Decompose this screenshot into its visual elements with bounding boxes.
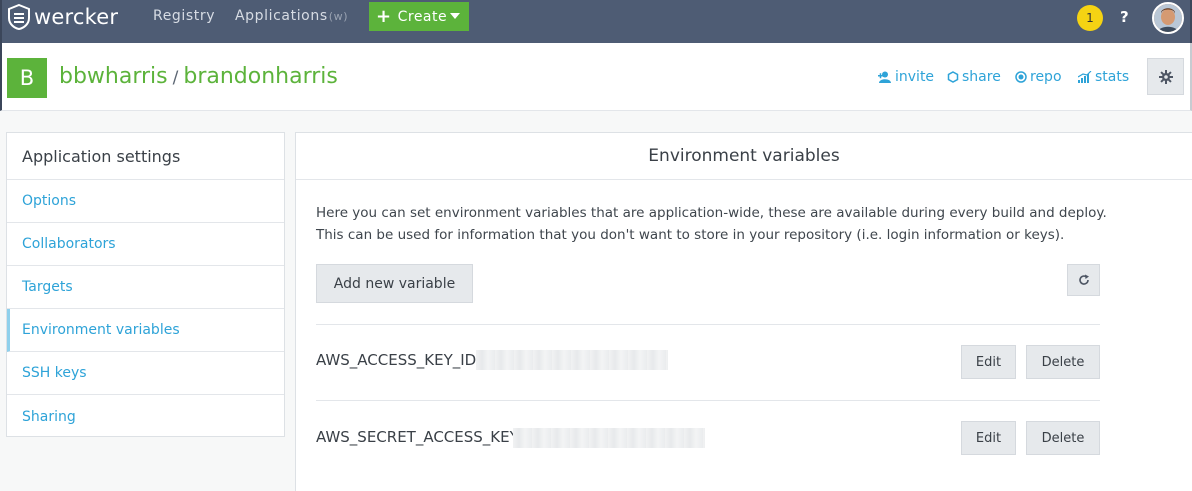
stats-link[interactable]: stats (1078, 69, 1129, 85)
description-line-2: This can be used for information that yo… (316, 227, 1065, 243)
notifications-badge[interactable]: 1 (1077, 5, 1103, 31)
variable-name: AWS_SECRET_ACCESS_KEY (316, 428, 519, 446)
divider (316, 324, 1100, 325)
add-new-variable-button[interactable]: Add new variable (316, 264, 473, 303)
invite-label: invite (895, 69, 935, 85)
sidebar-item-targets[interactable]: Targets (7, 266, 284, 309)
create-dropdown-button[interactable]: + Create (369, 2, 469, 31)
sidebar-item-options[interactable]: Options (7, 180, 284, 223)
edit-button[interactable]: Edit (961, 421, 1016, 455)
sidebar-item-collaborators[interactable]: Collaborators (7, 223, 284, 266)
environment-variables-panel: Environment variables Here you can set e… (295, 132, 1192, 491)
delete-button[interactable]: Delete (1026, 421, 1100, 455)
nav-applications-link[interactable]: Applications(w) (235, 8, 348, 24)
masked-variable-value (513, 428, 705, 448)
gear-icon (1158, 69, 1173, 84)
sidebar-item-sharing[interactable]: Sharing (7, 395, 284, 438)
sidebar-title: Application settings (7, 133, 284, 180)
invite-link[interactable]: invite (878, 69, 934, 85)
app-title: bbwharris / brandonharris (59, 64, 338, 89)
repo-label: repo (1030, 69, 1062, 85)
wercker-logo-icon (8, 4, 30, 30)
help-button[interactable]: ? (1120, 8, 1129, 26)
logo-text: wercker (34, 5, 119, 29)
delete-button[interactable]: Delete (1026, 345, 1100, 379)
refresh-button[interactable] (1067, 264, 1100, 296)
variable-name: AWS_ACCESS_KEY_ID (316, 351, 477, 369)
wercker-logo[interactable]: wercker (8, 4, 118, 30)
edit-button[interactable]: Edit (961, 345, 1016, 379)
sidebar-item-ssh-keys[interactable]: SSH keys (7, 352, 284, 395)
app-name-link[interactable]: brandonharris (183, 64, 338, 89)
description-line-1: Here you can set environment variables t… (316, 205, 1107, 221)
application-header: B bbwharris / brandonharris invite share r… (0, 43, 1192, 111)
share-link[interactable]: share (947, 69, 1001, 85)
title-separator: / (172, 68, 179, 88)
create-label: Create (397, 8, 448, 25)
invite-icon (878, 71, 891, 83)
sidebar-item-environment-variables[interactable]: Environment variables (7, 309, 284, 352)
divider (316, 400, 1100, 401)
app-avatar-badge: B (7, 58, 47, 98)
top-navbar: wercker Registry Applications(w) + Creat… (0, 0, 1192, 43)
stats-icon (1078, 71, 1092, 83)
plus-icon: + (376, 5, 392, 27)
repo-link[interactable]: repo (1015, 69, 1062, 85)
stats-label: stats (1095, 69, 1130, 85)
settings-sidebar: Application settings Options Collaborato… (6, 132, 285, 437)
masked-variable-value (476, 350, 668, 370)
nav-applications-label: Applications (235, 8, 328, 24)
applications-shortcut-hint: (w) (328, 10, 349, 23)
share-label: share (962, 69, 1001, 85)
repo-icon (1015, 71, 1027, 83)
nav-registry-link[interactable]: Registry (153, 8, 215, 24)
settings-button[interactable] (1147, 58, 1184, 95)
refresh-icon (1078, 274, 1089, 285)
avatar-image (1154, 4, 1182, 32)
panel-description: Here you can set environment variables t… (316, 202, 1107, 246)
user-avatar[interactable] (1152, 2, 1184, 34)
share-icon (947, 71, 959, 83)
caret-down-icon (450, 13, 460, 19)
panel-title: Environment variables (296, 133, 1192, 180)
app-owner-link[interactable]: bbwharris (59, 64, 168, 89)
